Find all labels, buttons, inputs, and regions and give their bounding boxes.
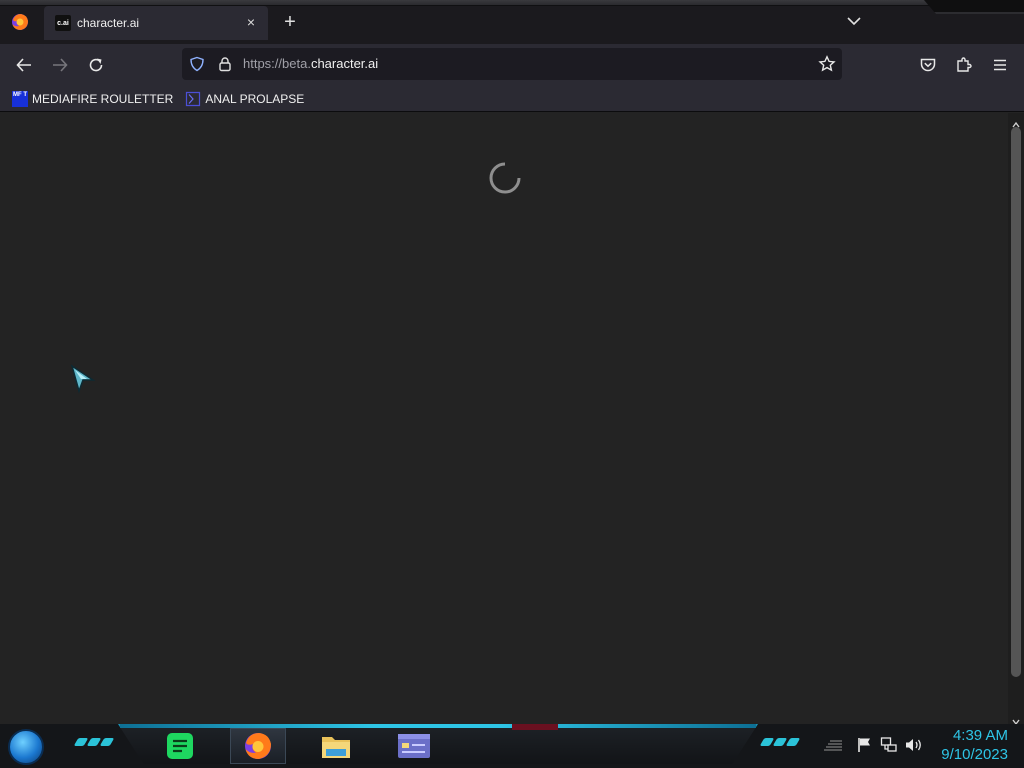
taskbar: 4:39 AM 9/10/2023: [0, 724, 1024, 768]
navigation-toolbar: https://beta.character.ai: [0, 44, 1024, 86]
desktop-screen: c.ai character.ai × + https://beta.chara…: [0, 0, 1024, 768]
action-center-flag-icon[interactable]: [856, 736, 874, 754]
bookmark-item-anal-prolapse[interactable]: ANAL PROLAPSE: [185, 91, 304, 107]
tray-overflow-icon[interactable]: [822, 736, 842, 754]
scroll-up-arrow-icon[interactable]: [1012, 116, 1020, 128]
forward-arrow-icon[interactable]: [49, 54, 71, 76]
tab-favicon: c.ai: [55, 15, 71, 31]
firefox-view-icon[interactable]: [10, 12, 30, 32]
tab-strip: c.ai character.ai × +: [0, 0, 1024, 44]
bookmarks-toolbar: MF T MEDIAFIRE ROULETTER ANAL PROLAPSE: [0, 86, 1024, 112]
clock-date: 9/10/2023: [941, 746, 1008, 763]
mouse-cursor-icon: [70, 364, 96, 394]
back-arrow-icon[interactable]: [13, 54, 35, 76]
taskbar-window-app[interactable]: [386, 728, 442, 764]
bookmark-label: MEDIAFIRE ROULETTER: [32, 91, 174, 106]
page-content: [0, 113, 1008, 724]
scroll-down-arrow-icon[interactable]: [1012, 713, 1020, 726]
bookmark-item-mediafire-rouletter[interactable]: MF T MEDIAFIRE ROULETTER: [12, 90, 174, 107]
taskbar-chevrons-left: [73, 738, 115, 748]
tab-close-icon[interactable]: ×: [244, 15, 258, 29]
taskbar-file-explorer-app[interactable]: [308, 728, 364, 764]
tab-character-ai[interactable]: c.ai character.ai ×: [44, 6, 268, 40]
url-scheme: https://beta.: [243, 56, 311, 71]
list-all-tabs-chevron-down-icon[interactable]: [845, 12, 863, 30]
loading-spinner-icon: [488, 161, 522, 195]
lock-icon[interactable]: [217, 56, 233, 72]
url-host: character.ai: [310, 56, 379, 71]
bookmark-star-icon[interactable]: [818, 55, 836, 73]
hamburger-menu-icon[interactable]: [989, 54, 1011, 76]
extensions-puzzle-icon[interactable]: [953, 54, 975, 76]
reload-icon[interactable]: [85, 54, 107, 76]
taskbar-chevrons-right: [759, 738, 801, 748]
new-tab-button[interactable]: +: [280, 12, 300, 32]
taskbar-firefox-app[interactable]: [230, 728, 286, 764]
taskbar-notes-app[interactable]: [152, 728, 208, 764]
address-bar[interactable]: https://beta.character.ai: [182, 48, 842, 80]
vertical-scrollbar[interactable]: [1008, 113, 1024, 726]
network-icon[interactable]: [880, 736, 898, 754]
url-text[interactable]: https://beta.character.ai: [243, 56, 378, 71]
tracking-protection-shield-icon[interactable]: [189, 56, 205, 72]
system-clock[interactable]: 4:39 AM 9/10/2023: [941, 726, 1008, 764]
pocket-icon[interactable]: [917, 54, 939, 76]
sigma-bookmark-icon: [185, 91, 201, 107]
clock-time: 4:39 AM: [952, 727, 1008, 744]
tab-title: character.ai: [77, 16, 140, 30]
scrollbar-thumb[interactable]: [1011, 127, 1021, 677]
start-button[interactable]: [8, 729, 44, 765]
volume-speaker-icon[interactable]: [904, 736, 922, 754]
mediafire-bookmark-icon: MF T: [12, 90, 28, 107]
bookmark-label: ANAL PROLAPSE: [205, 91, 305, 106]
window-decoration: [924, 0, 1024, 14]
taskbar-accent: [512, 724, 558, 730]
